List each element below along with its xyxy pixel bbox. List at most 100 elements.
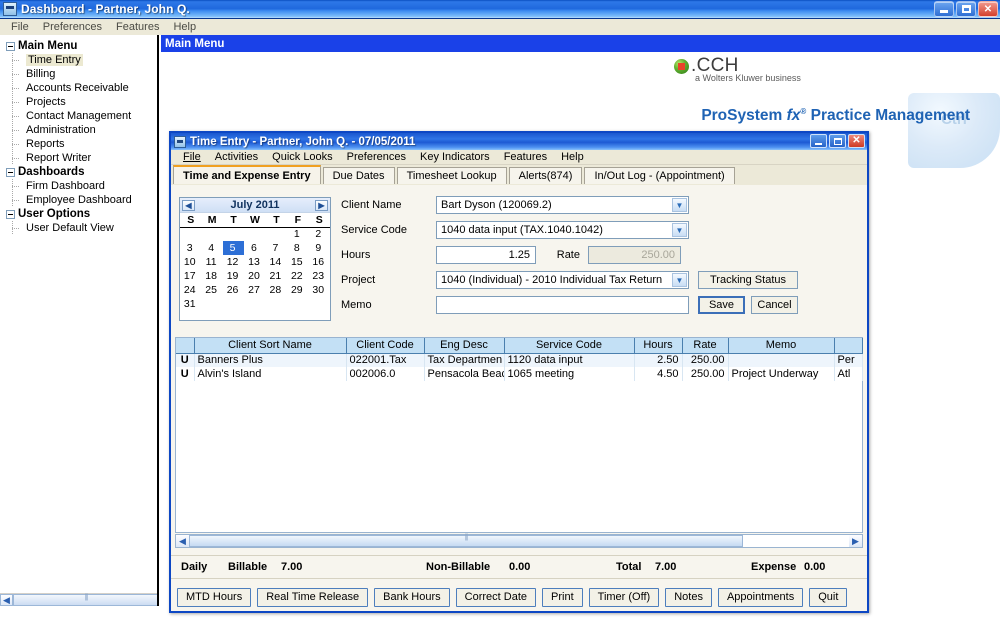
sidebar-item-user-default-view[interactable]: User Default View (0, 221, 157, 235)
tab-alerts[interactable]: Alerts(874) (509, 167, 583, 184)
calendar-day[interactable] (223, 227, 244, 241)
calendar-day[interactable]: 8 (287, 241, 308, 255)
hours-input[interactable]: 1.25 (436, 246, 536, 264)
chevron-down-icon[interactable]: ▼ (672, 223, 687, 237)
calendar-day[interactable]: 7 (266, 241, 287, 255)
date-picker-calendar[interactable]: ◀ July 2011 ▶ S M T W T F S (179, 197, 331, 321)
column-header-service-code[interactable]: Service Code (504, 338, 634, 353)
column-header-client-sort-name[interactable]: Client Sort Name (194, 338, 346, 353)
restore-icon[interactable] (956, 1, 976, 17)
app-menu-help[interactable]: Help (166, 21, 203, 33)
tab-timesheet-lookup[interactable]: Timesheet Lookup (397, 167, 507, 184)
scroll-track[interactable] (189, 535, 849, 547)
calendar-day[interactable]: 30 (309, 283, 330, 297)
calendar-day[interactable]: 6 (244, 241, 265, 255)
calendar-day[interactable]: 21 (266, 269, 287, 283)
correct-date-button[interactable]: Correct Date (456, 588, 536, 607)
calendar-day[interactable]: 1 (287, 227, 308, 241)
app-window-icon[interactable] (3, 2, 17, 16)
menu-key-indicators[interactable]: Key Indicators (413, 151, 497, 163)
column-header-extra[interactable] (834, 338, 862, 353)
save-button[interactable]: Save (698, 296, 745, 314)
tree-group-user-options[interactable]: User Options (0, 207, 157, 221)
notes-button[interactable]: Notes (665, 588, 712, 607)
calendar-day[interactable]: 17 (180, 269, 201, 283)
collapse-icon[interactable] (6, 210, 15, 219)
tab-in-out-log[interactable]: In/Out Log - (Appointment) (584, 167, 734, 184)
tree-group-main-menu[interactable]: Main Menu (0, 39, 157, 53)
scroll-left-icon[interactable]: ◀ (176, 535, 189, 547)
calendar-day[interactable]: 31 (180, 297, 201, 311)
sidebar-item-administration[interactable]: Administration (0, 123, 157, 137)
calendar-day[interactable] (309, 297, 330, 311)
app-menu-preferences[interactable]: Preferences (36, 21, 109, 33)
service-code-combobox[interactable]: 1040 data input (TAX.1040.1042) ▼ (436, 221, 689, 239)
calendar-day[interactable] (244, 297, 265, 311)
menu-activities[interactable]: Activities (208, 151, 265, 163)
sidebar-item-time-entry[interactable]: Time Entry (0, 53, 157, 67)
appointments-button[interactable]: Appointments (718, 588, 803, 607)
tree-group-dashboards[interactable]: Dashboards (0, 165, 157, 179)
calendar-day[interactable]: 3 (180, 241, 201, 255)
calendar-day-selected[interactable]: 5 (223, 241, 244, 255)
calendar-next-month-icon[interactable]: ▶ (315, 200, 328, 211)
calendar-day[interactable] (266, 297, 287, 311)
calendar-day[interactable]: 4 (201, 241, 222, 255)
column-header-rate[interactable]: Rate (682, 338, 728, 353)
sidebar-item-contact-management[interactable]: Contact Management (0, 109, 157, 123)
table-row[interactable]: U Banners Plus 022001.Tax Tax Departmen … (176, 353, 862, 367)
calendar-day[interactable]: 28 (266, 283, 287, 297)
calendar-day[interactable]: 20 (244, 269, 265, 283)
menu-preferences[interactable]: Preferences (340, 151, 413, 163)
quit-button[interactable]: Quit (809, 588, 847, 607)
bank-hours-button[interactable]: Bank Hours (374, 588, 449, 607)
calendar-day[interactable]: 16 (309, 255, 330, 269)
calendar-prev-month-icon[interactable]: ◀ (182, 200, 195, 211)
calendar-day[interactable] (266, 227, 287, 241)
calendar-day[interactable]: 14 (266, 255, 287, 269)
calendar-day[interactable]: 13 (244, 255, 265, 269)
menu-features[interactable]: Features (497, 151, 554, 163)
tree-horizontal-scrollbar[interactable]: ◀ ▶ (0, 593, 159, 606)
scroll-thumb[interactable] (13, 594, 159, 606)
app-menu-features[interactable]: Features (109, 21, 166, 33)
calendar-day[interactable]: 11 (201, 255, 222, 269)
calendar-day[interactable]: 24 (180, 283, 201, 297)
sidebar-item-report-writer[interactable]: Report Writer (0, 151, 157, 165)
calendar-day[interactable] (223, 297, 244, 311)
real-time-release-button[interactable]: Real Time Release (257, 588, 368, 607)
tab-time-and-expense-entry[interactable]: Time and Expense Entry (173, 165, 321, 184)
sidebar-item-firm-dashboard[interactable]: Firm Dashboard (0, 179, 157, 193)
grid-horizontal-scrollbar[interactable]: ◀ ▶ (175, 534, 863, 548)
calendar-day[interactable] (201, 297, 222, 311)
calendar-day[interactable]: 29 (287, 283, 308, 297)
close-icon[interactable]: ✕ (848, 134, 865, 148)
column-header-hours[interactable]: Hours (634, 338, 682, 353)
calendar-day[interactable]: 12 (223, 255, 244, 269)
calendar-day[interactable] (244, 227, 265, 241)
calendar-day[interactable]: 18 (201, 269, 222, 283)
sidebar-item-accounts-receivable[interactable]: Accounts Receivable (0, 81, 157, 95)
chevron-down-icon[interactable]: ▼ (672, 273, 687, 287)
minimize-icon[interactable] (934, 1, 954, 17)
calendar-day[interactable]: 22 (287, 269, 308, 283)
tab-due-dates[interactable]: Due Dates (323, 167, 395, 184)
column-header-client-code[interactable]: Client Code (346, 338, 424, 353)
menu-file[interactable]: File (176, 151, 208, 163)
calendar-day[interactable]: 10 (180, 255, 201, 269)
maximize-icon[interactable] (829, 134, 846, 148)
scroll-track[interactable] (13, 594, 146, 606)
tracking-status-button[interactable]: Tracking Status (698, 271, 798, 289)
calendar-day[interactable]: 9 (309, 241, 330, 255)
menu-quick-looks[interactable]: Quick Looks (265, 151, 340, 163)
column-header-memo[interactable]: Memo (728, 338, 834, 353)
menu-help[interactable]: Help (554, 151, 591, 163)
chevron-down-icon[interactable]: ▼ (672, 198, 687, 212)
calendar-day[interactable]: 2 (309, 227, 330, 241)
mtd-hours-button[interactable]: MTD Hours (177, 588, 251, 607)
calendar-day[interactable] (201, 227, 222, 241)
table-row[interactable]: U Alvin's Island 002006.0 Pensacola Beac… (176, 367, 862, 381)
column-header-eng-desc[interactable]: Eng Desc (424, 338, 504, 353)
sidebar-item-projects[interactable]: Projects (0, 95, 157, 109)
client-name-combobox[interactable]: Bart Dyson (120069.2) ▼ (436, 196, 689, 214)
